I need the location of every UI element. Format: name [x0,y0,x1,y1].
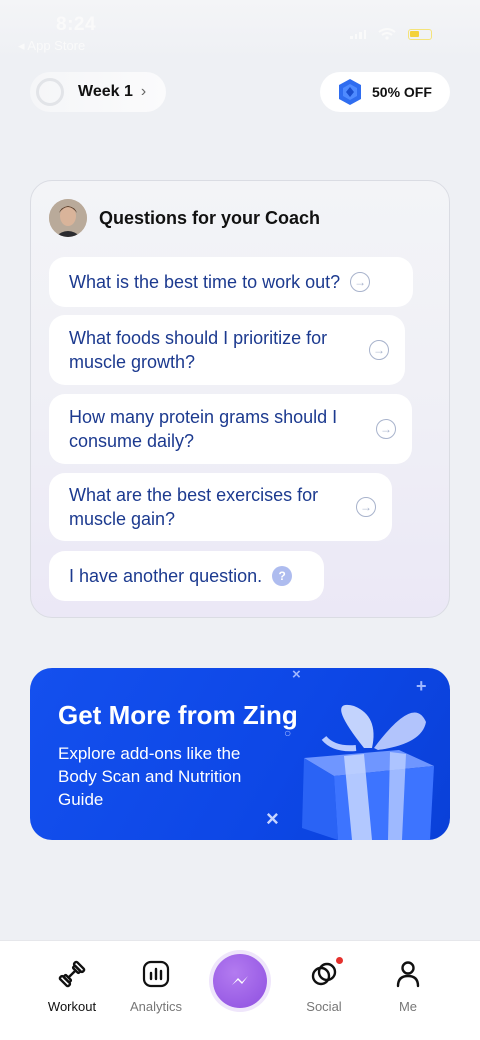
week-label: Week 1 [78,83,133,100]
gift-box-icon [302,704,434,840]
analytics-icon [142,960,170,988]
question-button-foods[interactable]: What foods should I prioritize for muscl… [49,315,405,385]
messenger-icon [232,976,248,985]
tab-analytics[interactable]: Analytics [116,959,196,1014]
messenger-chat-button[interactable] [213,954,267,1008]
question-text: How many protein grams should I consume … [69,407,338,451]
question-button-other[interactable]: I have another question. ? [49,551,324,601]
arrow-right-circle-icon: → [369,340,389,360]
tab-social[interactable]: Social [284,959,364,1014]
tab-label: Social [306,999,342,1014]
back-to-app-store-link[interactable]: ◂ App Store [18,38,85,54]
social-rings-icon [311,962,337,986]
question-text: I have another question. [69,566,263,586]
top-row: Week 1 › 50% OFF [30,72,450,112]
notification-dot [336,957,343,964]
coach-card-title: Questions for your Coach [99,207,321,228]
arrow-right-circle-icon: → [376,419,396,439]
tab-label: Analytics [129,999,183,1014]
promo-banner[interactable]: × + ○ × Get More from Zing Explore add-o… [30,668,450,840]
wifi-icon [378,28,396,40]
person-icon [396,961,420,988]
bottom-tab-bar: Workout Analytics Social Me [0,940,480,1040]
sparkle-plus-icon: + [416,676,427,696]
question-button-best-time[interactable]: What is the best time to work out? → [49,257,413,307]
question-text: What is the best time to work out? [69,272,341,292]
offer-label: 50% OFF [372,84,432,100]
coach-avatar [49,199,87,237]
question-text: What foods should I prioritize for muscl… [69,328,328,372]
week-selector[interactable]: Week 1 › [30,72,166,112]
status-bar: 8:24 ◂ App Store [0,0,480,60]
question-text: What are the best exercises for muscle g… [69,485,319,529]
promo-body: Explore add-ons like the Body Scan and N… [58,744,242,809]
gem-icon [339,79,361,105]
dumbbell-icon [58,960,86,988]
status-time: 8:24 [56,14,97,35]
status-icons [350,28,432,40]
sparkle-x-icon: × [292,668,301,683]
battery-icon [408,28,432,40]
discount-offer-button[interactable]: 50% OFF [320,72,450,112]
tab-workout[interactable]: Workout [32,959,112,1014]
question-mark-icon: ? [272,566,293,586]
tab-me[interactable]: Me [368,959,448,1014]
tab-label: Workout [47,999,97,1014]
chevron-right-icon: › [140,83,147,100]
tab-label: Me [398,999,418,1014]
question-button-protein[interactable]: How many protein grams should I consume … [49,394,412,464]
question-button-exercises[interactable]: What are the best exercises for muscle g… [49,473,392,541]
coach-questions-card: Questions for your Coach What is the bes… [30,180,450,618]
promo-title: Get More from Zing [58,700,298,730]
arrow-right-circle-icon: → [350,272,371,292]
coach-header: Questions for your Coach [49,199,320,237]
signal-icon [350,29,366,39]
arrow-right-circle-icon: → [356,497,376,517]
week-progress-ring-icon [36,78,64,106]
